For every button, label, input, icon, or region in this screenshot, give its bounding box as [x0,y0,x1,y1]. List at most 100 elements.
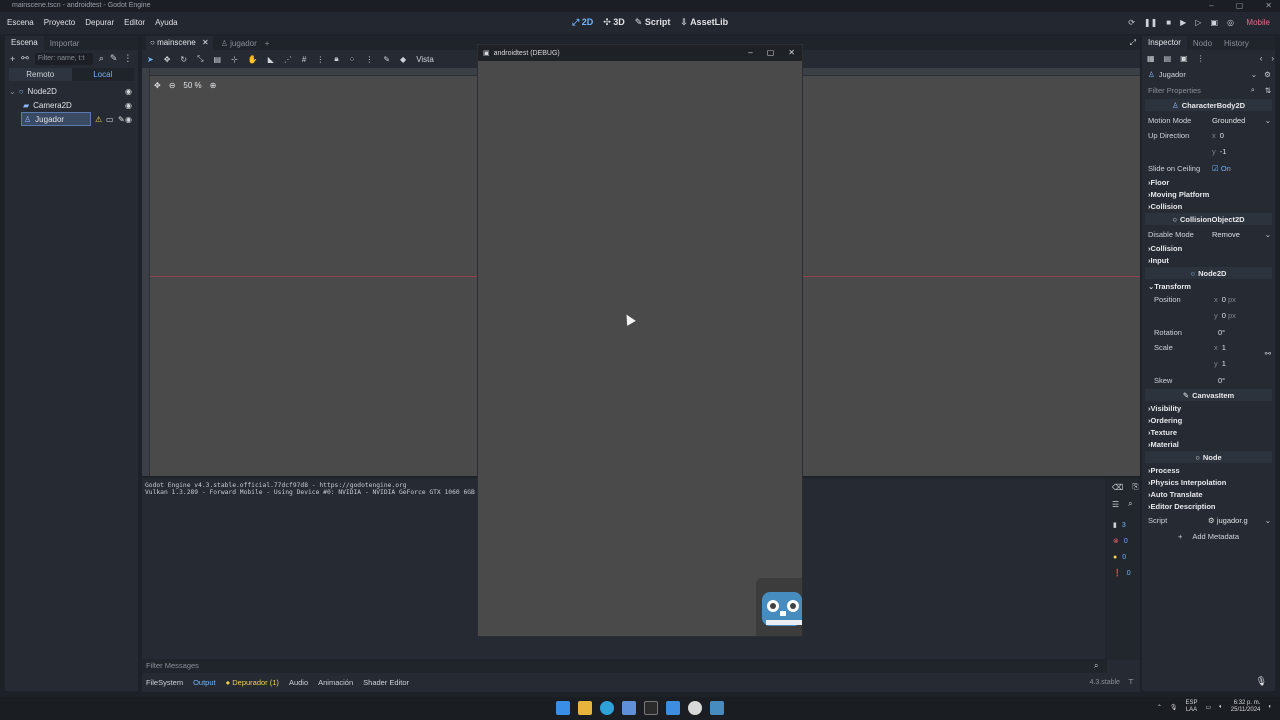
filter-properties-input[interactable]: Filter Properties [1148,86,1201,95]
prop-disable-mode[interactable]: Disable Mode Remove ⌄ [1142,226,1275,242]
mic-icon[interactable]: 🎙︎ [1170,704,1178,711]
tab-nodo[interactable]: Nodo [1187,39,1218,48]
add-metadata-button[interactable]: + Add Metadata [1142,528,1275,544]
tab-output[interactable]: Output [193,676,216,690]
close-button[interactable]: ✕ [1265,1,1272,10]
wrench-icon[interactable]: ⚙ [1264,70,1271,79]
paint-icon[interactable]: ✎ [383,55,390,64]
minimize-button[interactable]: – [1209,1,1213,10]
select-tool-icon[interactable]: ➤ [147,55,154,64]
menu-escena[interactable]: Escena [7,18,34,27]
link-icon[interactable]: ⚯ [21,53,29,64]
group-collision[interactable]: › Collision [1142,200,1275,212]
tab-importar[interactable]: Importar [44,39,86,48]
run-icon[interactable]: ▶ [1180,18,1186,27]
menu-proyecto[interactable]: Proyecto [44,18,76,27]
group-auto-translate[interactable]: › Auto Translate [1142,488,1275,500]
start-icon[interactable] [556,701,570,715]
prop-slide-on-ceiling[interactable]: Slide on Ceiling ☑ On [1142,160,1275,176]
maximize-button[interactable]: ▢ [767,48,775,57]
error-count[interactable]: ⊗ 0 [1105,533,1140,549]
add-tab-icon[interactable]: + [265,39,270,48]
local-toggle[interactable]: Local [71,68,134,81]
terminal-icon[interactable] [644,701,658,715]
section-canvasitem[interactable]: ✎ CanvasItem [1145,389,1272,401]
visibility-eye-icon[interactable]: ◉ [125,115,132,124]
group-floor[interactable]: › Floor [1142,176,1275,188]
notification-icon[interactable]: ◐ [1268,704,1272,710]
visibility-eye-icon[interactable]: ◉ [125,87,132,96]
more-icon[interactable]: ⋮ [316,55,324,64]
search-icon[interactable]: ⌕ [1128,499,1132,509]
tree-item-selected[interactable]: ♙ Jugador [21,112,91,126]
add-node-icon[interactable]: + [10,54,15,64]
position-y[interactable]: 0 [1222,311,1226,320]
group-transform[interactable]: ⌄ Transform [1142,280,1275,292]
chevron-down-icon[interactable]: ⌄ [1251,70,1257,79]
prop-skew[interactable]: Skew 0° [1142,372,1275,388]
up-direction-y[interactable]: -1 [1220,147,1227,156]
inspected-object[interactable]: ♙ Jugador ⌄ ⚙ [1142,66,1275,82]
group-material[interactable]: › Material [1142,438,1275,450]
tab-filesystem[interactable]: FileSystem [146,676,183,690]
section-characterbody2d[interactable]: ♙ CharacterBody2D [1145,99,1272,111]
run-current-icon[interactable]: ▷ [1195,18,1201,27]
godot-taskbar-icon[interactable] [710,701,724,715]
tab-history[interactable]: History [1218,39,1255,48]
zoom-level[interactable]: 50 % [183,81,201,90]
tab-inspector[interactable]: Inspector [1142,36,1187,50]
prop-up-direction[interactable]: Up Direction x0 y -1 [1142,128,1275,160]
list-tool-icon[interactable]: ▤ [214,55,222,64]
pivot-tool-icon[interactable]: ⊹ [231,55,238,64]
pan-tool-icon[interactable]: ✋ [248,55,258,64]
script-icon[interactable]: ✎ [110,53,118,64]
warning-count[interactable]: ● 0 [1105,549,1140,565]
forward-icon[interactable]: › [1271,54,1274,63]
close-icon[interactable]: ✕ [202,38,209,47]
minimize-button[interactable]: – [748,48,752,57]
group-physics-interpolation[interactable]: › Physics Interpolation [1142,476,1275,488]
network-icon[interactable]: ▭ [1206,704,1212,711]
menu-ayuda[interactable]: Ayuda [155,18,178,27]
mode-script-button[interactable]: ✎ Script [635,17,671,28]
copy-icon[interactable]: ⎘ [1132,482,1138,492]
scale-y[interactable]: 1 [1222,359,1226,368]
edge-icon[interactable] [600,701,614,715]
run-custom-icon[interactable]: ▣ [1210,18,1218,27]
debug-game-window[interactable]: ▣ androidtest (DEBUG) – ▢ ✕ [477,44,803,637]
snap-icon[interactable]: ⋰ [284,55,292,64]
remote-deploy-icon[interactable]: ⟳ [1128,18,1135,27]
tab-jugador[interactable]: ♙ jugador [221,39,257,48]
link-icon[interactable]: ⚯ [1265,349,1271,358]
message-count[interactable]: ▮ 3 [1105,517,1140,533]
tab-mainscene[interactable]: ○ mainscene ✕ [146,36,213,50]
ruler-tool-icon[interactable]: ◣ [268,55,274,64]
settings-icon[interactable]: ⇅ [1265,86,1271,95]
group-icon[interactable]: ⁘ [349,55,356,64]
prop-rotation[interactable]: Rotation 0° [1142,324,1275,340]
grid-snap-icon[interactable]: # [302,55,306,64]
pause-icon[interactable]: ❚❚ [1144,18,1157,27]
chevron-down-icon[interactable]: ⌄ [1265,230,1271,239]
move-tool-icon[interactable]: ✥ [164,55,171,64]
up-direction-x[interactable]: 0 [1220,131,1224,140]
group-collision-2[interactable]: › Collision [1142,242,1275,254]
rotation-slider[interactable]: 0° [1218,328,1225,337]
group-process[interactable]: › Process [1142,464,1275,476]
tab-escena[interactable]: Escena [5,36,44,50]
tab-depurador[interactable]: ● Depurador (1) [226,676,279,690]
prop-script[interactable]: Script ⚙ jugador.g ⌄ [1142,512,1275,528]
close-button[interactable]: ✕ [788,48,795,57]
microphone-icon[interactable]: 🎙︎ [1256,676,1267,687]
group-moving-platform[interactable]: › Moving Platform [1142,188,1275,200]
group-icon[interactable]: ▭ [106,115,114,124]
remote-toggle[interactable]: Remoto [9,68,72,81]
prop-motion-mode[interactable]: Motion Mode Grounded ⌄ [1142,112,1275,128]
chrome-icon[interactable] [688,701,702,715]
group-texture[interactable]: › Texture [1142,426,1275,438]
rotate-tool-icon[interactable]: ↻ [180,55,187,64]
vista-menu[interactable]: Vista [416,55,434,64]
position-x[interactable]: 0 [1222,295,1226,304]
filter-properties[interactable]: Filter Properties ⌕ ⇅ [1142,82,1275,98]
group-input[interactable]: › Input [1142,254,1275,266]
